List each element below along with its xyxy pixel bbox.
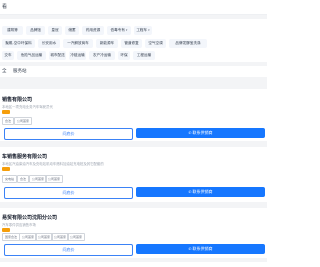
ask-price-button[interactable]: 问底价 — [4, 244, 133, 256]
filter-chip[interactable]: 新能源车 — [96, 39, 118, 48]
contact-dealer-button[interactable]: ✆联系供销商 — [136, 187, 265, 197]
filter-chip[interactable]: 长安用水 — [38, 39, 60, 48]
filter-chip[interactable]: 建筑等 — [2, 26, 23, 35]
filter-dropdown[interactable]: 工程车 — [134, 26, 152, 35]
page-title: 看 — [2, 4, 8, 10]
filter-chip[interactable]: 管道修复 — [121, 39, 142, 48]
company-description: 本地区一项充电业务汽车驾驶员代 — [2, 105, 53, 109]
tag: 国家合法 — [2, 233, 21, 241]
contact-dealer-label: 联系供销商 — [192, 130, 213, 135]
badge — [2, 110, 10, 114]
contact-dealer-button[interactable]: ✆联系供销商 — [136, 244, 265, 254]
badge — [2, 228, 10, 232]
top-bar: 看 — [0, 0, 267, 15]
company-card: 车销售服务有限公司 本地区汽油柴油汽车及充电站机动车燃料加油站充电桩及其它配套的… — [0, 147, 267, 202]
company-card — [0, 262, 267, 267]
filter-chip[interactable]: 环保 — [118, 51, 130, 60]
badge — [2, 167, 10, 171]
filter-chip[interactable]: 冷链运输 — [69, 51, 86, 60]
filter-chip[interactable]: 城市配送 — [49, 51, 66, 60]
filter-chip[interactable]: 品牌发酵宝洗涤 — [169, 39, 207, 48]
app-page: 看 建筑等 品牌馆 皇冠 储蓄 药用资源 低毒专有 工程车 聚氨-空中环保料 长… — [0, 0, 267, 267]
filter-chip[interactable]: 农产冷运输 — [89, 51, 115, 60]
filter-chip[interactable]: 危险气品运输 — [17, 51, 46, 60]
ask-price-button[interactable]: 问底价 — [4, 128, 133, 140]
tag: 合法 — [17, 175, 30, 183]
filter-chip[interactable]: 空气空调 — [145, 39, 166, 48]
filter-chip[interactable]: 工程运输 — [133, 51, 155, 60]
company-description: 汽车零件供应销售市场 — [2, 223, 36, 227]
filter-chip[interactable]: 一汽解放商车 — [63, 39, 93, 48]
ask-price-button[interactable]: 问底价 — [4, 187, 133, 199]
filter-chip[interactable]: 交车 — [2, 51, 14, 60]
filter-chip[interactable]: 储蓄 — [65, 26, 79, 35]
tag: 公司首家 — [14, 117, 33, 125]
filter-panel: 建筑等 品牌馆 皇冠 储蓄 药用资源 低毒专有 工程车 聚氨-空中环保料 长安用… — [0, 19, 267, 62]
contact-dealer-label: 联系供销商 — [192, 246, 213, 251]
company-name[interactable]: 车销售服务有限公司 — [2, 153, 47, 160]
filter-chip[interactable]: 皇冠 — [48, 26, 62, 35]
tab-bar: 全 服务站 — [0, 66, 267, 77]
company-card: 销售有限公司 本地区一项充电业务汽车驾驶员代 合法 公司首家 问底价 ✆联系供销… — [0, 89, 267, 141]
tag: 公司首家 — [67, 233, 86, 241]
filter-chip[interactable]: 药用资源 — [82, 26, 104, 35]
tag: 合法 — [2, 117, 15, 125]
filter-chip[interactable]: 品牌馆 — [26, 26, 45, 35]
tag: 充电站 — [2, 175, 18, 183]
company-card: 易贸有限公司沈阳分公司 汽车零件供应销售市场 国家合法 公司首家 公司首家 公司… — [0, 208, 267, 258]
contact-dealer-label: 联系供销商 — [192, 189, 213, 194]
tag: 公司首家 — [45, 175, 64, 183]
company-name[interactable]: 易贸有限公司沈阳分公司 — [2, 214, 57, 221]
filter-chip[interactable]: 聚氨-空中环保料 — [2, 39, 35, 48]
tab-all[interactable]: 全 — [2, 68, 7, 74]
company-description: 本地区汽油柴油汽车及充电站机动车燃料加油站充电桩及其它配套的 — [2, 162, 104, 166]
filter-dropdown[interactable]: 低毒专有 — [107, 26, 131, 35]
company-name[interactable]: 销售有限公司 — [2, 96, 32, 103]
tab-service-station[interactable]: 服务站 — [13, 68, 27, 74]
contact-dealer-button[interactable]: ✆联系供销商 — [136, 128, 265, 138]
